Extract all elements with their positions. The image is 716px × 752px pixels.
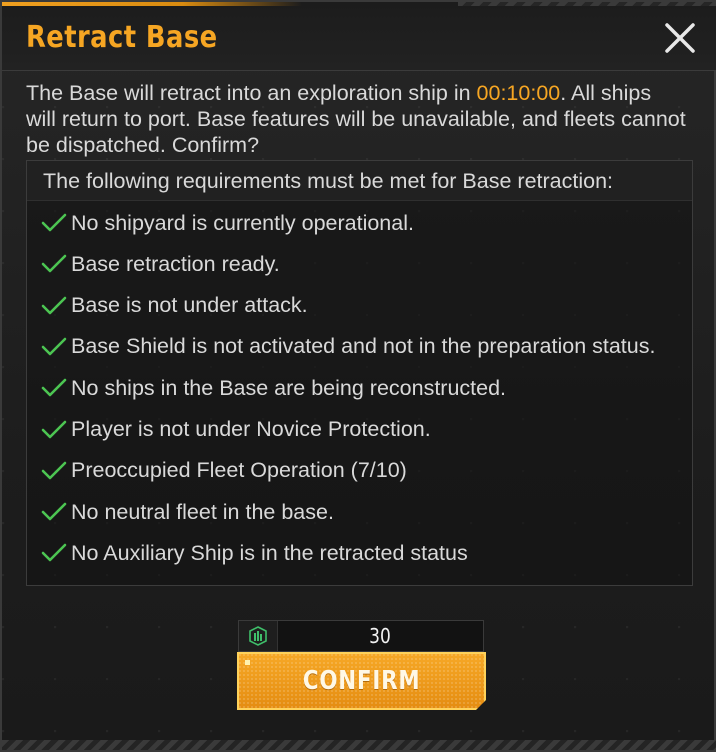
requirement-label: No shipyard is currently operational. xyxy=(71,210,414,235)
requirement-item: Base retraction ready. xyxy=(41,249,280,279)
close-button[interactable] xyxy=(660,18,700,58)
check-icon xyxy=(41,461,67,480)
requirement-item: No ships in the Base are being reconstru… xyxy=(41,373,506,403)
requirement-item: No Auxiliary Ship is in the retracted st… xyxy=(41,538,468,568)
retract-timer: 00:10:00 xyxy=(476,81,561,105)
requirement-label: Player is not under Novice Protection. xyxy=(71,417,431,441)
close-icon xyxy=(665,23,695,53)
requirement-label: Preoccupied Fleet Operation (7/10) xyxy=(71,458,407,483)
requirement-item: Preoccupied Fleet Operation (7/10) xyxy=(41,456,407,486)
check-icon xyxy=(41,337,67,356)
corner-marker xyxy=(245,660,250,665)
check-icon xyxy=(41,420,67,438)
requirement-label: No Auxiliary Ship is in the retracted st… xyxy=(71,540,468,565)
dialog-message: The Base will retract into an exploratio… xyxy=(26,80,686,158)
resource-icon xyxy=(249,626,267,646)
dialog-title: Retract Base xyxy=(26,20,218,55)
requirement-item: No neutral fleet in the base. xyxy=(41,497,334,527)
dialog-header: Retract Base xyxy=(2,2,716,71)
check-icon xyxy=(41,254,67,273)
check-icon xyxy=(41,544,67,562)
check-icon xyxy=(41,502,67,521)
confirm-label: CONFIRM xyxy=(302,666,421,696)
check-icon xyxy=(41,213,67,232)
message-part-1: The Base will retract into an exploratio… xyxy=(26,81,477,105)
check-icon xyxy=(41,296,67,314)
resource-icon-wrap xyxy=(239,621,278,651)
requirement-label: Base retraction ready. xyxy=(71,251,280,276)
footer-stripe xyxy=(2,740,716,750)
requirement-item: Base Shield is not activated and not in … xyxy=(41,332,655,362)
requirement-label: Base Shield is not activated and not in … xyxy=(71,334,656,359)
requirement-item: Player is not under Novice Protection. xyxy=(41,415,431,445)
cost-bar: 30 xyxy=(238,620,484,652)
requirements-panel: The following requirements must be met f… xyxy=(26,160,693,586)
confirm-button[interactable]: CONFIRM xyxy=(237,652,486,710)
requirement-item: Base is not under attack. xyxy=(41,291,308,321)
cost-value: 30 xyxy=(369,624,391,648)
requirements-title: The following requirements must be met f… xyxy=(27,161,692,201)
retract-base-dialog: Retract Base The Base will retract into … xyxy=(0,0,716,752)
requirement-label: Base is not under attack. xyxy=(71,293,308,318)
requirement-item: No shipyard is currently operational. xyxy=(41,208,414,238)
requirement-label: No neutral fleet in the base. xyxy=(71,499,334,524)
check-icon xyxy=(41,378,67,397)
requirement-label: No ships in the Base are being reconstru… xyxy=(71,375,507,400)
